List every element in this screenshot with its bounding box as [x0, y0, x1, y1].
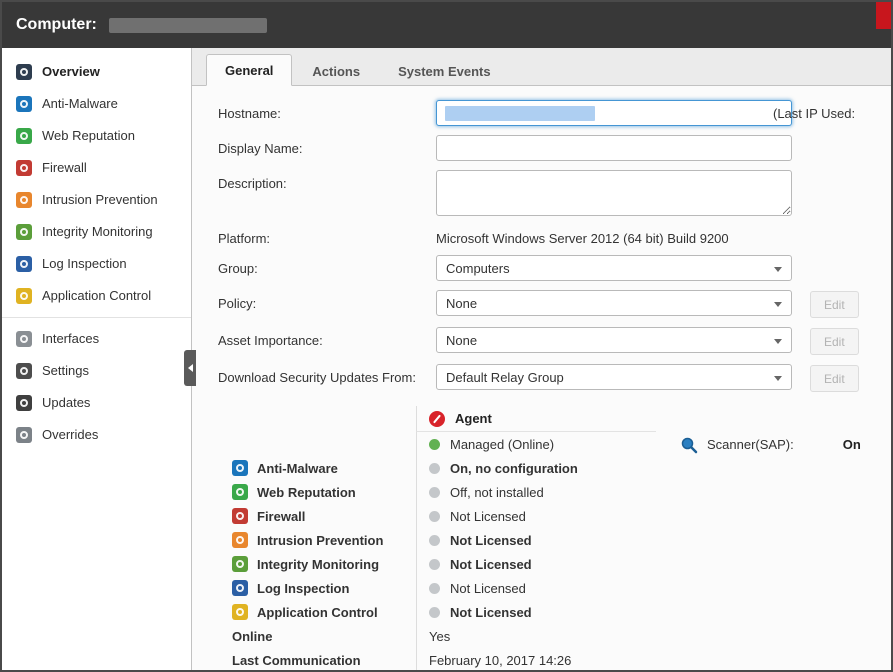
status-row-application-control: Application Control Not Licensed: [220, 600, 656, 624]
status-row-last-communication: Last Communication February 10, 2017 14:…: [220, 648, 656, 672]
status-dot-green: [429, 439, 440, 450]
integrity-monitoring-icon: [16, 224, 32, 240]
window-title: Computer:: [16, 16, 97, 34]
display-name-input[interactable]: [436, 135, 792, 161]
status-dot-gray: [429, 559, 440, 570]
redacted-hostname-value: [445, 106, 595, 121]
status-dot-gray: [429, 487, 440, 498]
intrusion-prevention-icon: [232, 532, 248, 548]
policy-edit-button[interactable]: Edit: [810, 291, 859, 318]
updates-icon: [16, 395, 32, 411]
firewall-icon: [16, 160, 32, 176]
sidebar-item-interfaces[interactable]: Interfaces: [2, 323, 191, 355]
agent-shield-icon: [429, 411, 445, 427]
status-row-firewall: Firewall Not Licensed: [220, 504, 656, 528]
sidebar: Overview Anti-Malware Web Reputation Fir…: [2, 48, 192, 670]
status-row-online: Online Yes: [220, 624, 656, 648]
status-table: Agent Managed (Online): [220, 406, 656, 672]
sidebar-item-overrides[interactable]: Overrides: [2, 419, 191, 451]
policy-select[interactable]: None: [436, 290, 792, 316]
display-name-label: Display Name:: [218, 135, 436, 156]
agent-column-header: Agent: [455, 411, 492, 426]
asset-importance-select[interactable]: None: [436, 327, 792, 353]
status-header-row: Agent: [220, 406, 656, 432]
overview-icon: [16, 64, 32, 80]
updates-from-select[interactable]: Default Relay Group: [436, 364, 792, 390]
sidebar-item-settings[interactable]: Settings: [2, 355, 191, 387]
policy-selected-value: None: [446, 296, 477, 311]
asset-importance-edit-button[interactable]: Edit: [810, 328, 859, 355]
sidebar-item-overview[interactable]: Overview: [2, 56, 191, 88]
log-inspection-icon: [16, 256, 32, 272]
red-corner-accent: [876, 2, 891, 29]
titlebar: Computer:: [2, 2, 891, 48]
platform-value: Microsoft Windows Server 2012 (64 bit) B…: [436, 225, 792, 246]
policy-label: Policy:: [218, 290, 436, 311]
application-control-icon: [232, 604, 248, 620]
scanner-magnifier-icon: [680, 436, 698, 454]
anti-malware-icon: [16, 96, 32, 112]
status-row-managed: Managed (Online): [220, 432, 656, 456]
group-select[interactable]: Computers: [436, 255, 792, 281]
status-row-log-inspection: Log Inspection Not Licensed: [220, 576, 656, 600]
sidebar-collapse-handle[interactable]: [184, 350, 196, 386]
overrides-icon: [16, 427, 32, 443]
sidebar-item-application-control[interactable]: Application Control: [2, 280, 191, 312]
general-tab-content: (Last IP Used: Hostname: Display Name:: [192, 86, 891, 672]
sidebar-item-firewall[interactable]: Firewall: [2, 152, 191, 184]
status-dot-gray: [429, 607, 440, 618]
settings-gear-icon: [16, 363, 32, 379]
status-dot-gray: [429, 583, 440, 594]
group-selected-value: Computers: [446, 261, 510, 276]
hostname-label: Hostname:: [218, 100, 436, 121]
tab-strip: General Actions System Events: [192, 48, 891, 86]
status-row-integrity-monitoring: Integrity Monitoring Not Licensed: [220, 552, 656, 576]
redacted-computer-name: [109, 18, 267, 33]
intrusion-prevention-icon: [16, 192, 32, 208]
updates-from-selected-value: Default Relay Group: [446, 370, 564, 385]
interfaces-icon: [16, 331, 32, 347]
scanner-sap-label: Scanner(SAP):: [707, 436, 794, 452]
asset-importance-selected-value: None: [446, 333, 477, 348]
sidebar-item-log-inspection[interactable]: Log Inspection: [2, 248, 191, 280]
status-row-web-reputation: Web Reputation Off, not installed: [220, 480, 656, 504]
description-input[interactable]: [436, 170, 792, 216]
sidebar-item-updates[interactable]: Updates: [2, 387, 191, 419]
tab-system-events[interactable]: System Events: [380, 56, 509, 86]
sidebar-item-web-reputation[interactable]: Web Reputation: [2, 120, 191, 152]
anti-malware-icon: [232, 460, 248, 476]
status-row-intrusion-prevention: Intrusion Prevention Not Licensed: [220, 528, 656, 552]
status-row-anti-malware: Anti-Malware On, no configuration: [220, 456, 656, 480]
tab-actions[interactable]: Actions: [294, 56, 378, 86]
web-reputation-icon: [232, 484, 248, 500]
updates-from-edit-button[interactable]: Edit: [810, 365, 859, 392]
status-section: Agent Managed (Online): [220, 406, 891, 672]
status-dot-gray: [429, 535, 440, 546]
hostname-input[interactable]: [436, 100, 792, 126]
sidebar-item-intrusion-prevention[interactable]: Intrusion Prevention: [2, 184, 191, 216]
main-panel: General Actions System Events (Last IP U…: [192, 48, 891, 670]
firewall-icon: [232, 508, 248, 524]
last-ip-used-label: (Last IP Used:: [773, 106, 855, 121]
updates-from-label: Download Security Updates From:: [218, 364, 436, 385]
scanner-sap-block: Scanner(SAP): On: [680, 406, 861, 672]
tab-general[interactable]: General: [206, 54, 292, 86]
status-dot-gray: [429, 463, 440, 474]
computer-details-window: Computer: Overview Anti-Malware Web Repu…: [0, 0, 893, 672]
sidebar-separator: [2, 317, 191, 318]
group-label: Group:: [218, 255, 436, 276]
log-inspection-icon: [232, 580, 248, 596]
asset-importance-label: Asset Importance:: [218, 327, 436, 348]
description-label: Description:: [218, 170, 436, 191]
application-control-icon: [16, 288, 32, 304]
scanner-sap-value: On: [843, 436, 861, 452]
platform-label: Platform:: [218, 225, 436, 246]
web-reputation-icon: [16, 128, 32, 144]
integrity-monitoring-icon: [232, 556, 248, 572]
status-dot-gray: [429, 511, 440, 522]
sidebar-item-integrity-monitoring[interactable]: Integrity Monitoring: [2, 216, 191, 248]
sidebar-item-anti-malware[interactable]: Anti-Malware: [2, 88, 191, 120]
